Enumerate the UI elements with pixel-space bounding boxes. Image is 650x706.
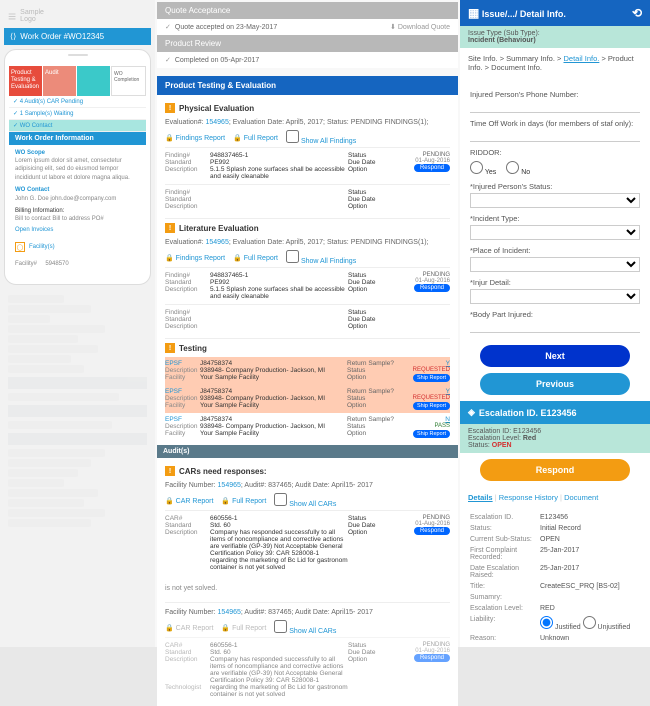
injur-label: *Injur Detail: [470,278,640,287]
tab-audit[interactable]: Audit [43,66,76,96]
show-all-findings[interactable]: Show All Findings [286,250,356,265]
ghost-content [4,289,151,533]
phone-mock: Product Testing & Evaluation Audit WO Co… [4,49,151,285]
download-quote[interactable]: ⬇ Download Quote [390,23,450,31]
woi-header: Work Order Information [9,132,146,145]
show-all-cars[interactable]: Show All CARs [274,493,336,508]
car-report-disabled: 🔒 CAR Report [165,624,213,632]
product-review-header: Product Review [157,35,458,52]
findings-report-link[interactable]: 🔒 Findings Report [165,254,225,262]
place-select[interactable] [470,257,640,272]
respond-button[interactable]: Respond [414,284,450,292]
logo-text: SampleLogo [20,9,44,23]
escalation-header: ◈Escalation ID. E123456 [460,401,650,424]
inctype-select[interactable] [470,225,640,240]
riddor-label: RIDDOR: [470,148,640,157]
full-report-link[interactable]: 🔒 Full Report [221,497,266,505]
warn-icon: ! [165,103,175,113]
back-icon[interactable]: ⟲ [632,6,642,20]
riddor-no[interactable]: No [506,161,530,176]
tab-testing[interactable]: Product Testing & Evaluation [9,66,42,96]
riddor-yes[interactable]: Yes [470,161,496,176]
back-icon[interactable]: ⟨⟩ [10,32,16,41]
billing-text: Bill to contact Bill to address PO# [15,215,140,223]
inctype-label: *Incident Type: [470,214,640,223]
facility-row[interactable]: ◯ Facility(s) [9,238,146,256]
tab-blank[interactable] [77,66,110,96]
pte-header: Product Testing & Evaluation [157,76,458,95]
phone-input[interactable] [470,101,640,113]
respond-button[interactable]: Respond [414,164,450,172]
issue-header: ▦ Issue/.../ Detail Info. ⟲ [460,0,650,26]
respond-button[interactable]: Respond [414,654,450,662]
wo-header: ⟨⟩ Work Order #WO12345 [4,28,151,45]
open-invoices-link[interactable]: Open Invoices [15,226,140,234]
body-label: *Body Part Injured: [470,310,640,319]
status-audit[interactable]: ✓ 4 Audit(s) CAR Pending [9,96,146,108]
status-sample[interactable]: ✓ 1 Sample(s) Waiting [9,108,146,120]
respond-button[interactable]: Respond [480,459,630,481]
detail-tabs[interactable]: Details | Response History | Document [460,487,650,508]
menu-icon[interactable]: ≡ [8,8,16,24]
audit-header: Audit(s) [157,445,458,458]
wo-scope-text: Lorem ipsum dolor sit amet, consectetur … [15,157,140,182]
full-report-link[interactable]: 🔒 Full Report [233,254,278,262]
previous-button[interactable]: Previous [480,373,630,395]
ipstatus-label: *Injured Person's Status: [470,182,640,191]
findings-report-link[interactable]: 🔒 Findings Report [165,134,225,142]
breadcrumb: Site Info. > Summary Info. > Detail Info… [460,48,650,78]
check-icon: ✓ [165,23,171,31]
warn-icon: ! [165,466,175,476]
logo: ≡ SampleLogo [4,4,151,28]
check-icon: ✓ [165,56,171,64]
full-report-disabled: 🔒 Full Report [221,624,266,632]
injur-select[interactable] [470,289,640,304]
car-report-link[interactable]: 🔒 CAR Report [165,497,213,505]
place-label: *Place of Incident: [470,246,640,255]
ipstatus-select[interactable] [470,193,640,208]
timeoff-label: Time Off Work in days (for members of st… [470,119,640,128]
show-all-findings[interactable]: Show All Findings [286,130,356,145]
status-contact[interactable]: ✓ WO Contact [9,120,146,132]
full-report-link[interactable]: 🔒 Full Report [233,134,278,142]
next-button[interactable]: Next [480,345,630,367]
not-solved-text: is not yet solved. [165,575,450,602]
body-input[interactable] [470,321,640,333]
phone-label: Injured Person's Phone Number: [470,90,640,99]
show-all-cars[interactable]: Show All CARs [274,620,336,635]
wo-contact-text: John G. Doe john.doe@company.com [15,195,140,203]
quote-acceptance-header: Quote Acceptance [157,2,458,19]
doc-icon: ▦ [468,6,479,20]
wo-scope-label: WO Scope [15,149,140,157]
tab-completion[interactable]: WO Completion [111,66,146,96]
billing-label: Billing Information: [15,207,140,215]
diamond-icon: ◈ [468,407,475,418]
timeoff-input[interactable] [470,130,640,142]
facility-icon: ◯ [15,242,25,252]
respond-button[interactable]: Respond [414,527,450,535]
warn-icon: ! [165,343,175,353]
wo-contact-label: WO Contact [15,186,140,194]
warn-icon: ! [165,223,175,233]
